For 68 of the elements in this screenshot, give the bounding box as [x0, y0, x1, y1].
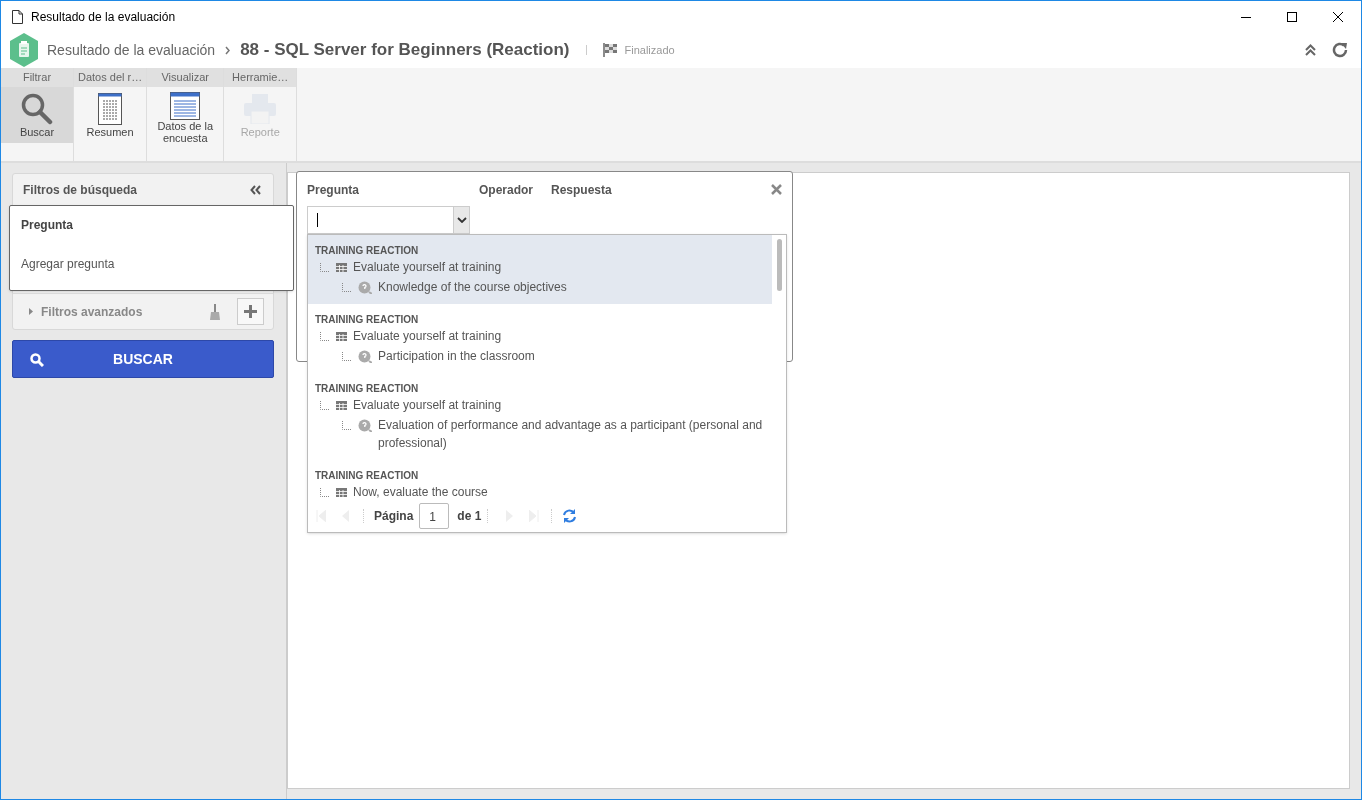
- checkered-flag-icon: [602, 43, 619, 57]
- column-header: Pregunta: [307, 182, 359, 199]
- ribbon-button[interactable]: Datos de la encuesta: [147, 87, 224, 143]
- chevron-down-icon: [456, 217, 467, 223]
- question-label: Knowledge of the course objectives: [378, 279, 567, 296]
- breadcrumb-link[interactable]: Resultado de la evaluación: [47, 39, 216, 61]
- column-header: Operador: [479, 182, 533, 199]
- window-title: Resultado de la evaluación: [31, 8, 176, 26]
- tree-connector: [342, 352, 352, 361]
- tree-connector: [342, 283, 352, 292]
- question-icon: [358, 350, 372, 363]
- tree-connector: [320, 262, 330, 272]
- collapse-icon[interactable]: [1305, 44, 1316, 56]
- ribbon-group-label: Herramie…: [232, 70, 289, 86]
- scrollbar-thumb[interactable]: [777, 239, 782, 291]
- plus-icon: [244, 305, 257, 318]
- question-icon: [358, 419, 372, 432]
- category-label: TRAINING REACTION: [315, 469, 420, 482]
- grid-icon: [336, 400, 347, 410]
- section-label: Evaluate yourself at training: [353, 259, 502, 276]
- close-icon[interactable]: [771, 184, 782, 195]
- grid-icon: [336, 487, 347, 497]
- ribbon-group-label: Filtrar: [22, 70, 52, 86]
- tree-connector: [320, 400, 330, 410]
- grid-icon: [336, 331, 347, 341]
- document-icon: [12, 9, 23, 24]
- column-header: Respuesta: [551, 182, 612, 199]
- caret-right-icon: [29, 308, 33, 315]
- page-label: Página: [374, 508, 414, 525]
- ribbon-button[interactable]: Resumen: [74, 87, 146, 143]
- section-label: Now, evaluate the course: [353, 484, 488, 500]
- question-label: Participation in the classroom: [378, 348, 535, 365]
- broom-icon[interactable]: [209, 303, 221, 320]
- page-title: 88 - SQL Server for Beginners (Reaction): [240, 39, 570, 62]
- refresh-icon[interactable]: [562, 509, 578, 523]
- search-icon: [30, 353, 44, 367]
- double-chevron-left-icon[interactable]: [250, 185, 262, 195]
- grid-icon: [336, 262, 347, 272]
- search-icon: [21, 93, 53, 125]
- close-icon: [1333, 11, 1343, 22]
- tree-connector: [342, 421, 352, 430]
- question-label: Evaluation of performance and advantage as a participant (personal and professional): [378, 417, 764, 452]
- status-label: Finalizado: [624, 42, 675, 58]
- refresh-icon[interactable]: [1332, 42, 1349, 58]
- section-label: Evaluate yourself at training: [353, 397, 502, 414]
- dropdown-button[interactable]: [453, 207, 469, 233]
- add-question-link[interactable]: Agregar pregunta: [21, 255, 115, 273]
- maximize-icon: [1287, 11, 1297, 22]
- table-icon: [170, 92, 201, 120]
- ribbon-button[interactable]: Buscar: [1, 87, 73, 143]
- category-label: TRAINING REACTION: [315, 313, 420, 326]
- section-label: Evaluate yourself at training: [353, 328, 502, 345]
- add-button[interactable]: [237, 298, 264, 325]
- category-label: TRAINING REACTION: [315, 382, 420, 395]
- document-list-icon: [98, 93, 122, 125]
- tree-connector: [320, 487, 330, 497]
- panel-title: Filtros de búsqueda: [23, 182, 137, 199]
- popup-title: Pregunta: [21, 217, 73, 234]
- tree-connector: [320, 331, 330, 341]
- ribbon-group-label: Visualizar: [161, 70, 209, 86]
- ribbon-group-label: Datos del r…: [78, 70, 143, 86]
- category-label: TRAINING REACTION: [315, 244, 420, 257]
- question-icon: [358, 281, 372, 294]
- page-input[interactable]: 1: [419, 503, 450, 529]
- question-option[interactable]: TRAINING REACTION Evaluate yourself at training Knowledge of the course objectives: [308, 235, 772, 304]
- chevron-right-icon: [225, 45, 231, 55]
- page-total: de 1: [457, 508, 482, 525]
- search-button[interactable]: BUSCAR: [12, 340, 274, 378]
